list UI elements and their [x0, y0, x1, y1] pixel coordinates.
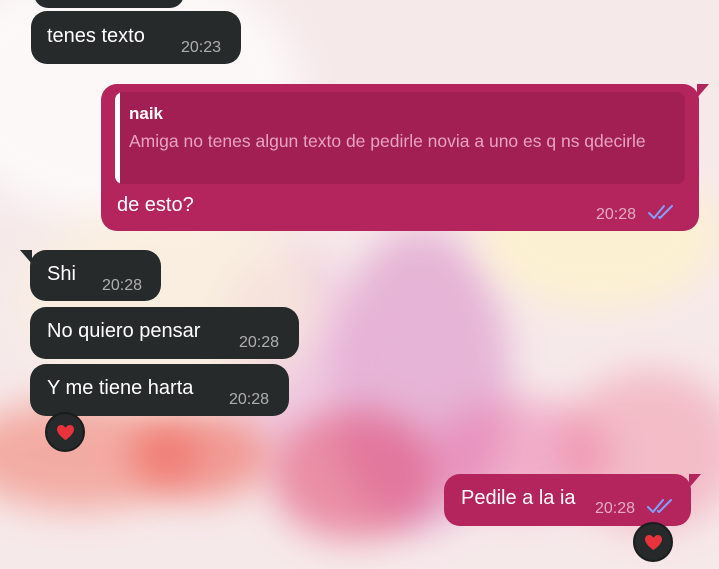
message-bubble-incoming[interactable]: tenes texto 20:23	[31, 11, 241, 64]
reply-quote[interactable]: naik Amiga no tenes algun texto de pedir…	[115, 92, 685, 184]
message-bubble-incoming[interactable]: Y me tiene harta 20:28	[30, 364, 289, 416]
message-bubble-outgoing[interactable]: Pedile a la ia 20:28	[444, 474, 701, 526]
reaction-badge[interactable]	[45, 412, 85, 452]
message-text: No quiero pensar	[47, 320, 201, 342]
reply-quote-bar	[115, 92, 120, 184]
message-text: Pedile a la ia	[461, 487, 576, 509]
reply-quote-author: naik	[129, 104, 164, 123]
double-check-icon	[647, 499, 672, 513]
message-time: 20:28	[595, 500, 636, 517]
reply-quote-text: Amiga no tenes algun texto de pedirle no…	[129, 131, 646, 151]
message-time: 20:28	[229, 391, 270, 408]
message-time: 20:28	[239, 334, 280, 351]
heart-icon	[645, 534, 662, 551]
message-text: Shi	[47, 263, 76, 285]
heart-icon	[57, 424, 74, 441]
message-bubble-incoming[interactable]: Shi 20:28	[20, 250, 161, 301]
message-text: de esto?	[117, 194, 194, 216]
message-text: Y me tiene harta	[47, 377, 194, 399]
message-bubble-outgoing[interactable]: naik Amiga no tenes algun texto de pedir…	[101, 84, 709, 231]
message-time: 20:23	[181, 39, 222, 56]
message-time: 20:28	[596, 206, 637, 223]
message-bubble-partial	[34, 0, 184, 8]
message-text: tenes texto	[47, 25, 145, 47]
reaction-badge[interactable]	[633, 522, 673, 562]
message-time: 20:28	[102, 277, 143, 294]
message-bubble-incoming[interactable]: No quiero pensar 20:28	[30, 307, 299, 359]
double-check-icon	[648, 205, 673, 219]
